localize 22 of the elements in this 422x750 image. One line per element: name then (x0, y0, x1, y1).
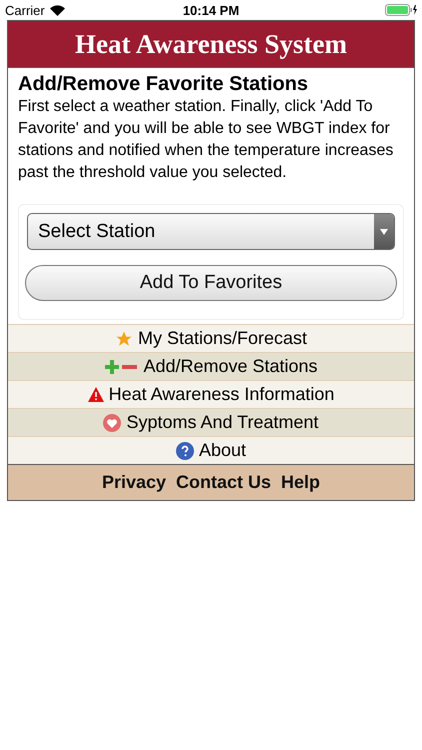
battery-icon (385, 4, 417, 16)
app-title: Heat Awareness System (75, 28, 347, 60)
carrier-label: Carrier (5, 2, 45, 18)
plus-minus-icon (104, 358, 138, 374)
clock-time: 10:14 PM (182, 2, 240, 18)
warning-icon (88, 387, 104, 402)
station-select[interactable]: Select Station (27, 213, 395, 250)
add-favorites-button[interactable]: Add To Favorites (25, 265, 397, 301)
footer-link[interactable]: Help (281, 472, 320, 493)
help-icon (176, 442, 194, 460)
instructions-text: First select a weather station. Finally, click 'Add To Favorite' and you will be able to see WBGT index for stations and notified when the temperature increases past the threshold value you selected. (18, 97, 394, 183)
star-icon (114, 330, 133, 348)
menu-item[interactable]: My Stations/Forecast (8, 324, 414, 352)
footer-link[interactable]: Contact Us (176, 472, 272, 493)
footer-link[interactable]: Privacy (102, 472, 166, 493)
menu-item[interactable]: Syptoms And Treatment (8, 408, 414, 436)
wifi-icon (50, 4, 65, 16)
menu-item[interactable]: Heat Awareness Information (8, 380, 414, 408)
page-title: Add/Remove Favorite Stations (18, 72, 310, 96)
dropdown-arrow-icon (380, 228, 388, 234)
menu-item[interactable]: Add/Remove Stations (8, 352, 414, 380)
menu-item[interactable]: About (8, 436, 414, 464)
